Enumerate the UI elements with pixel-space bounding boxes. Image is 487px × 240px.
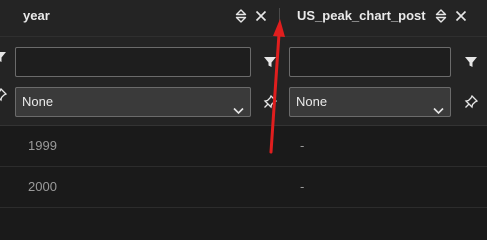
column-resize-handle[interactable]	[279, 8, 280, 26]
column-header-us-peak-chart-post[interactable]: US_peak_chart_post	[297, 0, 426, 36]
pin-icon[interactable]	[463, 94, 479, 110]
table-row[interactable]: 2000 -	[0, 167, 487, 208]
chevron-down-icon	[433, 97, 444, 125]
table-row[interactable]: 1999 -	[0, 126, 487, 167]
select-value: None	[296, 94, 328, 109]
chevron-down-icon	[233, 97, 244, 125]
close-icon[interactable]	[252, 7, 270, 25]
data-grid: year US_peak_chart_post None None 1999 -…	[0, 0, 487, 208]
cell-us-peak-chart-post[interactable]: -	[300, 126, 304, 166]
filter-icon[interactable]	[463, 54, 479, 70]
cell-year[interactable]: 1999	[28, 126, 57, 166]
cell-year[interactable]: 2000	[28, 167, 57, 207]
sort-icon[interactable]	[232, 7, 250, 25]
sort-icon[interactable]	[432, 7, 450, 25]
cell-us-peak-chart-post[interactable]: -	[300, 167, 304, 207]
pin-icon[interactable]	[262, 94, 278, 110]
column-header-year[interactable]: year	[23, 0, 50, 36]
year-select-filter[interactable]: None	[15, 87, 251, 117]
header-row: year US_peak_chart_post	[0, 0, 487, 37]
filter-row: None None	[0, 37, 487, 126]
us-peak-chart-post-select-filter[interactable]: None	[289, 87, 451, 117]
us-peak-chart-post-text-filter[interactable]	[289, 47, 451, 77]
pin-icon[interactable]	[0, 87, 8, 103]
filter-icon[interactable]	[262, 54, 278, 70]
close-icon[interactable]	[452, 7, 470, 25]
filter-icon[interactable]	[0, 49, 8, 65]
select-value: None	[22, 94, 54, 109]
year-text-filter[interactable]	[15, 47, 251, 77]
